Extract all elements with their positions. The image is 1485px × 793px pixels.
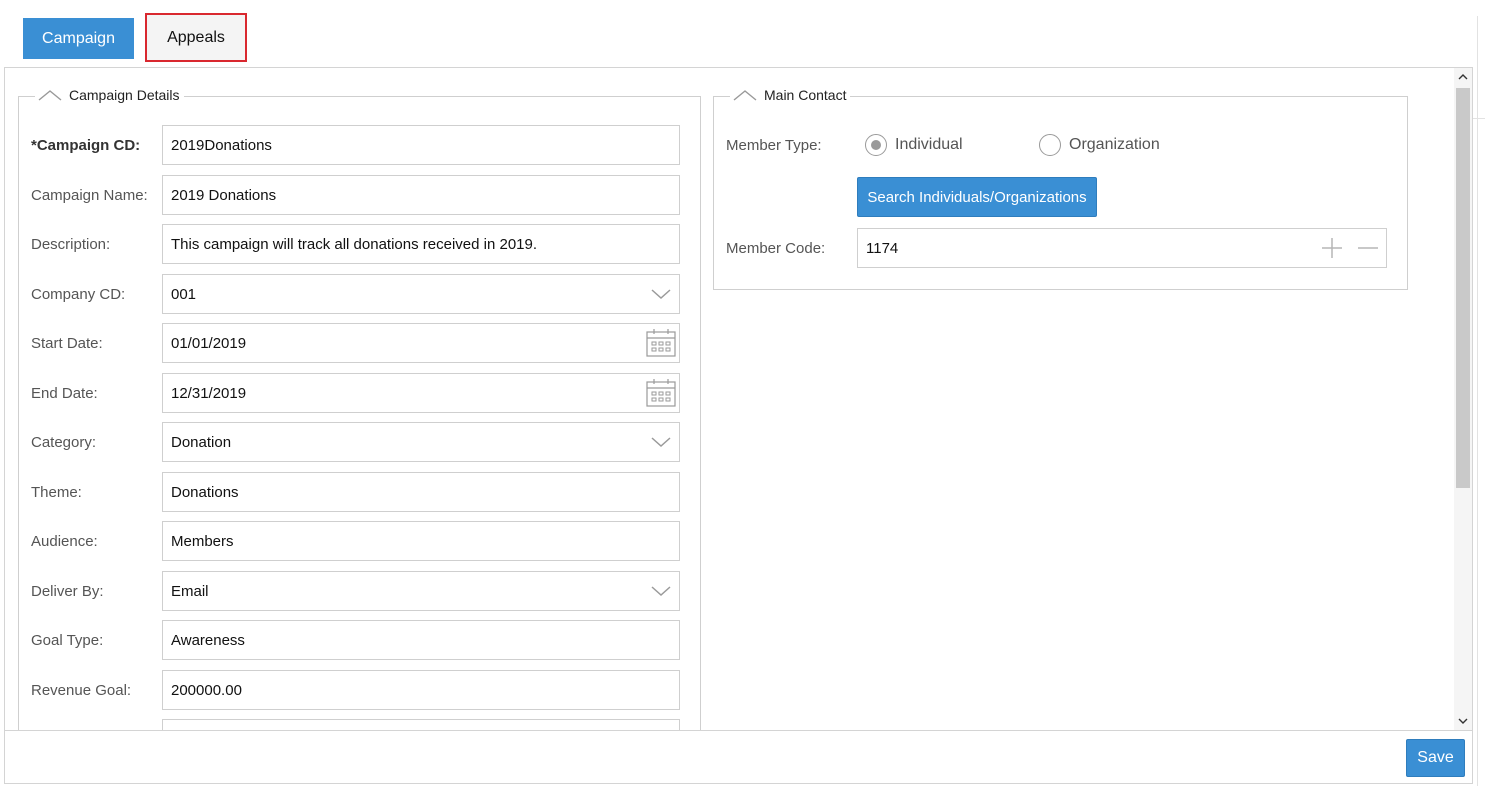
main-contact-title: Main Contact xyxy=(764,87,847,103)
add-icon[interactable] xyxy=(1314,229,1350,267)
field-label: Revenue Goal: xyxy=(31,681,132,699)
radio-individual[interactable]: Individual xyxy=(865,134,963,156)
campaign-details-header[interactable]: Campaign Details xyxy=(35,87,184,103)
category-value: Donation xyxy=(171,433,232,451)
chevron-down-icon[interactable] xyxy=(643,572,679,610)
field-label: Start Date: xyxy=(31,334,103,352)
campaign-name-field[interactable]: 2019 Donations xyxy=(162,175,680,215)
audience-field[interactable]: Members xyxy=(162,521,680,561)
radio-individual-label: Individual xyxy=(895,136,963,153)
tab-appeals[interactable]: Appeals xyxy=(145,13,247,62)
member-code-label: Member Code: xyxy=(726,239,826,257)
radio-organization-indicator[interactable] xyxy=(1039,134,1061,156)
field-label: Audience: xyxy=(31,532,98,550)
company-cd-value: 001 xyxy=(171,285,197,303)
main-contact-header[interactable]: Main Contact xyxy=(730,87,851,103)
truncated-next-field[interactable] xyxy=(162,719,680,730)
campaign-panel: Campaign Details *Campaign CD: 2019Donati… xyxy=(4,67,1473,784)
start-date-value: 01/01/2019 xyxy=(171,334,247,352)
category-select[interactable]: Donation xyxy=(162,422,680,462)
end-date-value: 12/31/2019 xyxy=(171,384,247,402)
field-label: Campaign Name: xyxy=(31,186,148,204)
deliver-by-value: Email xyxy=(171,582,209,600)
member-code-field[interactable]: 1174 xyxy=(857,228,1387,268)
search-individuals-button[interactable]: Search Individuals/Organizations xyxy=(857,177,1097,217)
company-cd-select[interactable]: 001 xyxy=(162,274,680,314)
end-date-field[interactable]: 12/31/2019 xyxy=(162,373,680,413)
audience-value: Members xyxy=(171,532,234,550)
field-label: Description: xyxy=(31,235,111,253)
remove-icon[interactable] xyxy=(1350,229,1386,267)
description-value: This campaign will track all donations r… xyxy=(171,235,538,253)
form-scroll-area: Campaign Details *Campaign CD: 2019Donati… xyxy=(5,68,1455,730)
goal-type-field[interactable]: Awareness xyxy=(162,620,680,660)
field-label: End Date: xyxy=(31,384,98,402)
calendar-icon[interactable] xyxy=(643,324,679,362)
collapse-icon xyxy=(733,90,757,101)
description-field[interactable]: This campaign will track all donations r… xyxy=(162,224,680,264)
scroll-up-icon[interactable] xyxy=(1454,68,1472,86)
theme-value: Donations xyxy=(171,483,239,501)
goal-type-value: Awareness xyxy=(171,631,245,649)
campaign-details-group: Campaign Details *Campaign CD: 2019Donati… xyxy=(18,87,701,730)
field-label: Deliver By: xyxy=(31,582,104,600)
collapse-icon xyxy=(38,90,62,101)
field-label: Theme: xyxy=(31,483,82,501)
outer-divider xyxy=(1477,16,1478,786)
campaign-cd-value: 2019Donations xyxy=(171,136,272,154)
campaign-cd-field[interactable]: 2019Donations xyxy=(162,125,680,165)
calendar-icon[interactable] xyxy=(643,374,679,412)
tab-campaign[interactable]: Campaign xyxy=(23,18,134,59)
radio-organization[interactable]: Organization xyxy=(1039,134,1160,156)
scrollbar-thumb[interactable] xyxy=(1456,88,1470,488)
chevron-down-icon[interactable] xyxy=(643,275,679,313)
member-type-label: Member Type: xyxy=(726,136,822,154)
field-label: *Campaign CD: xyxy=(31,136,141,154)
campaign-details-title: Campaign Details xyxy=(69,87,180,103)
field-label: Goal Type: xyxy=(31,631,104,649)
chevron-down-icon[interactable] xyxy=(643,423,679,461)
start-date-field[interactable]: 01/01/2019 xyxy=(162,323,680,363)
radio-organization-label: Organization xyxy=(1069,136,1160,153)
campaign-name-value: 2019 Donations xyxy=(171,186,277,204)
revenue-goal-field[interactable]: 200000.00 xyxy=(162,670,680,710)
revenue-goal-value: 200000.00 xyxy=(171,681,242,699)
field-label: Category: xyxy=(31,433,97,451)
member-code-value: 1174 xyxy=(866,239,899,257)
footer-divider xyxy=(5,730,1472,731)
deliver-by-select[interactable]: Email xyxy=(162,571,680,611)
save-button[interactable]: Save xyxy=(1406,739,1465,777)
radio-individual-indicator[interactable] xyxy=(865,134,887,156)
field-label: Company CD: xyxy=(31,285,126,303)
theme-field[interactable]: Donations xyxy=(162,472,680,512)
scroll-down-icon[interactable] xyxy=(1454,712,1472,730)
vertical-scrollbar[interactable] xyxy=(1454,68,1472,730)
